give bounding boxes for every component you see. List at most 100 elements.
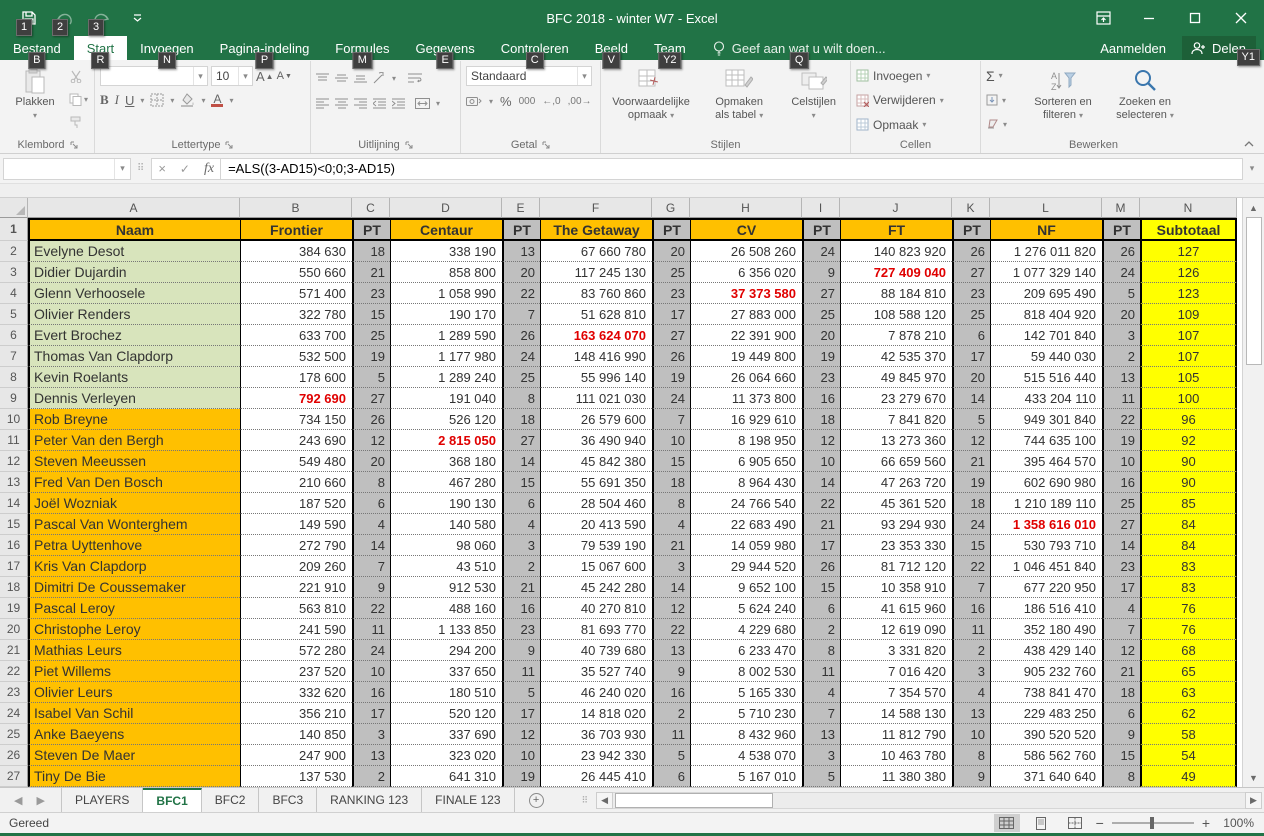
cell-E9[interactable]: 8 (502, 388, 540, 409)
cell-C4[interactable]: 23 (352, 283, 390, 304)
format-as-table-button[interactable]: Opmaken als tabel ▾ (701, 63, 777, 137)
tab-formules[interactable]: FormulesM (322, 36, 402, 60)
horizontal-scroll-thumb[interactable] (615, 793, 773, 808)
cell-D20[interactable]: 1 133 850 (390, 619, 502, 640)
cell-L16[interactable]: 530 793 710 (990, 535, 1102, 556)
cell-H23[interactable]: 5 165 330 (690, 682, 802, 703)
cell-D11[interactable]: 2 815 050 (390, 430, 502, 451)
column-header-F[interactable]: F (540, 198, 652, 218)
insert-function-icon[interactable]: fx (204, 161, 214, 177)
new-sheet-button[interactable]: + (515, 788, 558, 812)
column-header-D[interactable]: D (390, 198, 502, 218)
percent-style-button[interactable]: % (500, 94, 512, 109)
cell-H19[interactable]: 5 624 240 (690, 598, 802, 619)
cell-B16[interactable]: 272 790 (240, 535, 352, 556)
cell-I5[interactable]: 25 (802, 304, 840, 325)
cell-K8[interactable]: 20 (952, 367, 990, 388)
align-left-icon[interactable] (316, 98, 329, 109)
cell-N15[interactable]: 84 (1140, 514, 1237, 535)
player-name-cell[interactable]: Petra Uyttenhove (28, 535, 240, 556)
header-cell-pt[interactable]: PT (952, 218, 990, 241)
cell-H6[interactable]: 22 391 900 (690, 325, 802, 346)
cell-J18[interactable]: 10 358 910 (840, 577, 952, 598)
zoom-slider-thumb[interactable] (1150, 817, 1154, 829)
tab-controleren[interactable]: ControlerenC (488, 36, 582, 60)
cell-E26[interactable]: 10 (502, 745, 540, 766)
cell-B20[interactable]: 241 590 (240, 619, 352, 640)
cell-K6[interactable]: 6 (952, 325, 990, 346)
column-header-L[interactable]: L (990, 198, 1102, 218)
cell-I25[interactable]: 13 (802, 724, 840, 745)
tell-me-search[interactable]: Geef aan wat u wilt doen... Q (699, 36, 900, 60)
cell-D18[interactable]: 912 530 (390, 577, 502, 598)
row-number[interactable]: 4 (0, 283, 28, 304)
cell-G23[interactable]: 16 (652, 682, 690, 703)
tab-scroll-splitter[interactable]: ⠿ (558, 788, 597, 812)
player-name-cell[interactable]: Evert Brochez (28, 325, 240, 346)
cell-M11[interactable]: 19 (1102, 430, 1140, 451)
cell-I13[interactable]: 14 (802, 472, 840, 493)
player-name-cell[interactable]: Olivier Renders (28, 304, 240, 325)
player-name-cell[interactable]: Olivier Leurs (28, 682, 240, 703)
cell-D19[interactable]: 488 160 (390, 598, 502, 619)
cell-D13[interactable]: 467 280 (390, 472, 502, 493)
cell-C21[interactable]: 24 (352, 640, 390, 661)
player-name-cell[interactable]: Peter Van den Bergh (28, 430, 240, 451)
cell-M8[interactable]: 13 (1102, 367, 1140, 388)
scroll-down-icon[interactable]: ▼ (1243, 768, 1264, 787)
cell-N10[interactable]: 96 (1140, 409, 1237, 430)
conditional-formatting-button[interactable]: Voorwaardelijke opmaak ▾ (606, 63, 696, 137)
cell-K21[interactable]: 2 (952, 640, 990, 661)
collapse-ribbon-button[interactable] (1244, 141, 1254, 147)
cell-I10[interactable]: 18 (802, 409, 840, 430)
cell-J20[interactable]: 12 619 090 (840, 619, 952, 640)
name-box[interactable]: ▾ (3, 158, 131, 180)
dialog-launcher-icon[interactable] (70, 141, 78, 149)
cell-F10[interactable]: 26 579 600 (540, 409, 652, 430)
cell-D22[interactable]: 337 650 (390, 661, 502, 682)
scroll-up-icon[interactable]: ▲ (1243, 198, 1264, 217)
enter-icon[interactable]: ✓ (180, 162, 190, 176)
cell-I4[interactable]: 27 (802, 283, 840, 304)
row-number[interactable]: 27 (0, 766, 28, 787)
row-number[interactable]: 11 (0, 430, 28, 451)
cell-L23[interactable]: 738 841 470 (990, 682, 1102, 703)
cell-I26[interactable]: 3 (802, 745, 840, 766)
cell-I18[interactable]: 15 (802, 577, 840, 598)
cell-J16[interactable]: 23 353 330 (840, 535, 952, 556)
cell-N14[interactable]: 85 (1140, 493, 1237, 514)
cell-L6[interactable]: 142 701 840 (990, 325, 1102, 346)
cell-J9[interactable]: 23 279 670 (840, 388, 952, 409)
cell-F11[interactable]: 36 490 940 (540, 430, 652, 451)
cell-F5[interactable]: 51 628 810 (540, 304, 652, 325)
cell-N24[interactable]: 62 (1140, 703, 1237, 724)
cell-J23[interactable]: 7 354 570 (840, 682, 952, 703)
cell-C6[interactable]: 25 (352, 325, 390, 346)
row-number[interactable]: 24 (0, 703, 28, 724)
cell-B6[interactable]: 633 700 (240, 325, 352, 346)
cell-G5[interactable]: 17 (652, 304, 690, 325)
cell-C2[interactable]: 18 (352, 241, 390, 262)
cell-K3[interactable]: 27 (952, 262, 990, 283)
column-header-G[interactable]: G (652, 198, 690, 218)
player-name-cell[interactable]: Thomas Van Clapdorp (28, 346, 240, 367)
tab-start[interactable]: StartR (74, 36, 127, 60)
cell-K19[interactable]: 16 (952, 598, 990, 619)
header-cell-pt[interactable]: PT (502, 218, 540, 241)
customize-qat-button[interactable] (126, 7, 148, 29)
dialog-launcher-icon[interactable] (542, 141, 550, 149)
row-number[interactable]: 5 (0, 304, 28, 325)
cell-C10[interactable]: 26 (352, 409, 390, 430)
header-cell-the-getaway[interactable]: The Getaway (540, 218, 652, 241)
cell-B4[interactable]: 571 400 (240, 283, 352, 304)
cell-B26[interactable]: 247 900 (240, 745, 352, 766)
cell-H21[interactable]: 6 233 470 (690, 640, 802, 661)
row-number[interactable]: 20 (0, 619, 28, 640)
cell-G18[interactable]: 14 (652, 577, 690, 598)
align-bottom-icon[interactable] (354, 73, 367, 84)
prev-sheet-icon[interactable]: ◀ (14, 794, 22, 807)
cell-N12[interactable]: 90 (1140, 451, 1237, 472)
select-all-corner[interactable] (0, 198, 28, 218)
header-cell-pt[interactable]: PT (652, 218, 690, 241)
cancel-icon[interactable]: × (158, 161, 166, 176)
